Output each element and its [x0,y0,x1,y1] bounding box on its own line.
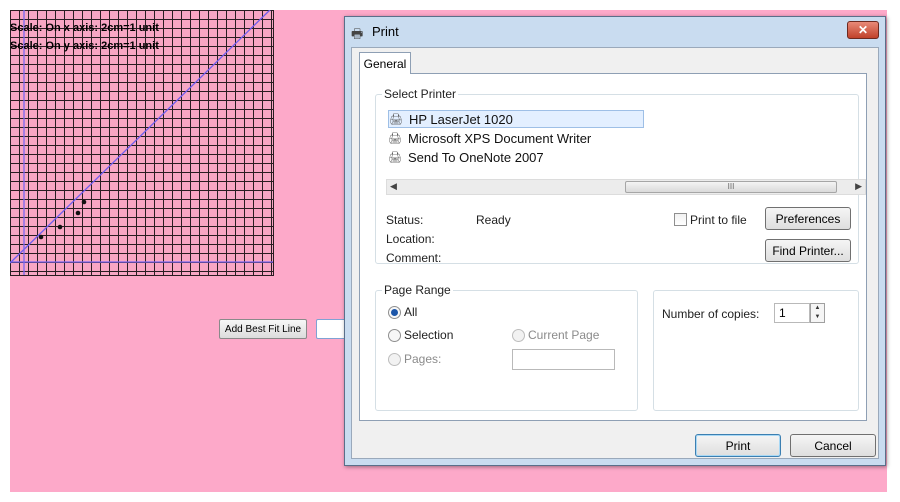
tab-general[interactable]: General [359,52,411,74]
printer-list-scrollbar[interactable]: ◀ III ▶ [386,179,866,195]
close-button[interactable]: ✕ [847,21,879,39]
select-printer-group: Select Printer 🖨 HP LaserJet 1020 🖨 Micr… [375,87,866,265]
radio-current-page-label: Current Page [528,328,600,342]
data-point [57,224,63,230]
select-printer-legend: Select Printer [382,87,459,101]
dialog-client: General Select Printer 🖨 HP LaserJet 102… [351,47,879,459]
status-label: Status: [386,213,424,227]
copies-input[interactable]: 1 [774,303,810,323]
printer-item-hp-laserjet[interactable]: 🖨 HP LaserJet 1020 [388,110,644,128]
y-axis-scale-label: Scale: On y axis: 2cm=1 unit [10,40,159,52]
print-to-file-checkbox[interactable] [674,213,687,226]
data-point [81,199,87,205]
printer-icon: 🖨 [388,132,402,145]
scroll-thumb[interactable]: III [625,181,837,193]
copies-group: Number of copies: 1 ▲ ▼ [653,290,859,411]
print-dialog: 🖶 Print ✕ General Select Printer 🖨 HP La… [344,16,886,466]
scroll-right-icon[interactable]: ▶ [855,181,862,192]
radio-selection-label: Selection [404,328,454,342]
find-printer-button[interactable]: Find Printer... [765,239,851,262]
radio-pages-label: Pages: [404,352,442,366]
page-range-group: Page Range All Selection Current Page Pa… [375,283,638,411]
scroll-left-icon[interactable]: ◀ [390,181,397,192]
pages-input[interactable] [512,349,615,370]
printer-icon: 🖨 [388,151,402,164]
data-point [75,210,81,216]
print-button[interactable]: Print [695,434,781,457]
dialog-title: Print [372,24,399,39]
status-value: Ready [476,213,511,227]
print-to-file-label: Print to file [690,213,747,227]
radio-current-page[interactable] [512,329,525,342]
printer-name: HP LaserJet 1020 [409,111,513,127]
printer-default-icon: 🖨 [389,113,403,126]
preferences-button[interactable]: Preferences [765,207,851,230]
radio-all-label: All [404,305,418,319]
dialog-titlebar[interactable]: 🖶 Print ✕ [345,17,885,47]
printer-item-onenote[interactable]: 🖨 Send To OneNote 2007 [388,148,544,166]
x-axis-scale-label: Scale: On x axis: 2cm=1 unit [10,22,159,34]
spin-down-icon[interactable]: ▼ [811,313,824,322]
copies-spinner[interactable]: ▲ ▼ [810,303,825,323]
location-label: Location: [386,232,435,246]
printer-name: Microsoft XPS Document Writer [408,130,592,146]
number-of-copies-label: Number of copies: [662,307,760,321]
printer-item-xps[interactable]: 🖨 Microsoft XPS Document Writer [388,129,591,147]
radio-pages[interactable] [388,353,401,366]
close-icon: ✕ [857,23,869,37]
general-tab-panel: Select Printer 🖨 HP LaserJet 1020 🖨 Micr… [359,73,867,421]
add-best-fit-line-button[interactable]: Add Best Fit Line [219,319,307,339]
printer-name: Send To OneNote 2007 [408,149,544,165]
radio-selection[interactable] [388,329,401,342]
spin-up-icon[interactable]: ▲ [811,304,824,313]
cancel-button[interactable]: Cancel [790,434,876,457]
page-range-legend: Page Range [382,283,453,297]
comment-label: Comment: [386,251,442,265]
radio-all[interactable] [388,306,401,319]
printer-icon: 🖶 [351,26,364,41]
data-point [38,234,44,240]
